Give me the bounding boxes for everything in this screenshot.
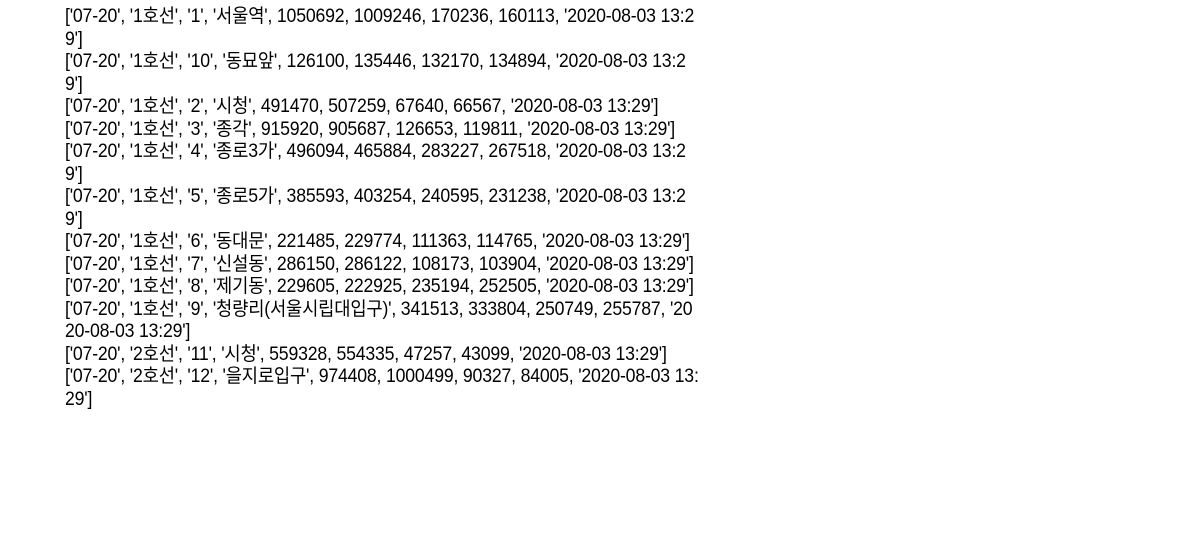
output-line: ['07-20', '1호선', '2', '시청', 491470, 5072… [65,96,659,117]
output-line: ['07-20', '1호선', '9', '청량리(서울시립대입구)', 34… [65,298,693,320]
output-line: ['07-20', '1호선', '7', '신설동', 286150, 286… [65,253,694,275]
output-line: ['07-20', '1호선', '4', '종로3가', 496094, 46… [65,141,686,162]
output-line: ['07-20', '1호선', '1', '서울역', 1050692, 10… [65,6,695,27]
output-line: ['07-20', '1호선', '6', '동대문', 221485, 229… [65,231,690,252]
output-line: 9'] [65,28,83,50]
output-line: 20-08-03 13:29'] [65,321,191,342]
output-line: 9'] [65,208,83,230]
output-line: ['07-20', '2호선', '11', '시청', 559328, 554… [65,343,667,365]
output-line: ['07-20', '1호선', '5', '종로5가', 385593, 40… [65,186,686,207]
output-line: 9'] [65,163,83,185]
output-line: 29'] [65,388,93,410]
output-line: 9'] [65,73,83,95]
console-output: ['07-20', '1호선', '1', '서울역', 1050692, 10… [65,6,746,411]
output-line: ['07-20', '1호선', '3', '종각', 915920, 9056… [65,118,676,140]
output-line: ['07-20', '2호선', '12', '을지로입구', 974408, … [65,366,699,387]
output-line: ['07-20', '1호선', '8', '제기동', 229605, 222… [65,276,694,297]
output-line: ['07-20', '1호선', '10', '동묘앞', 126100, 13… [65,51,686,72]
